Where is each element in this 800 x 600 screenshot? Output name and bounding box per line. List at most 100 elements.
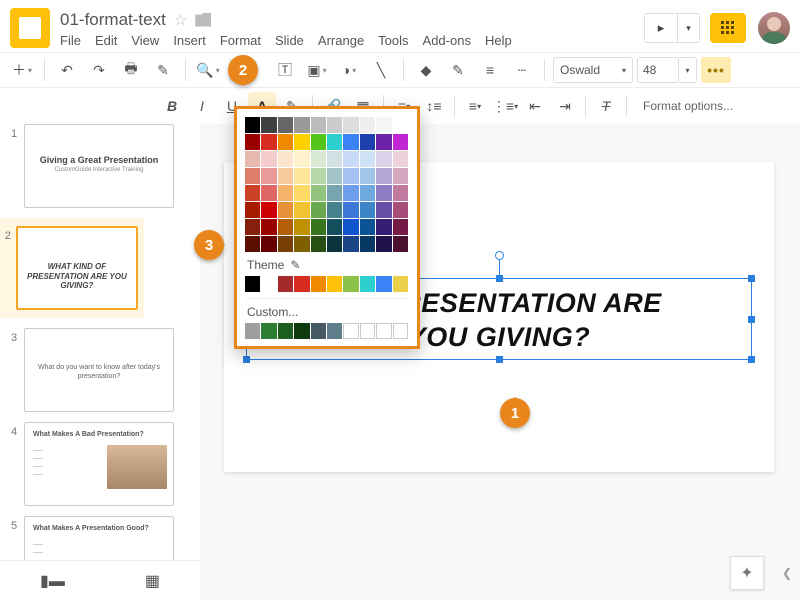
increase-indent-button[interactable]: ⇥ [551, 92, 579, 120]
color-swatch[interactable] [294, 219, 309, 235]
color-swatch[interactable] [327, 151, 342, 167]
color-swatch[interactable] [360, 151, 375, 167]
color-swatch[interactable] [278, 185, 293, 201]
color-swatch[interactable] [376, 276, 391, 292]
slide-thumbnail[interactable]: 5 What Makes A Presentation Good? ———— [4, 516, 200, 560]
menu-help[interactable]: Help [485, 33, 512, 48]
color-swatch[interactable] [376, 151, 391, 167]
color-swatch[interactable] [360, 219, 375, 235]
slide-thumbnail[interactable]: 4 What Makes A Bad Presentation? ———————… [4, 422, 200, 506]
color-swatch[interactable] [261, 236, 276, 252]
color-swatch[interactable] [360, 323, 375, 339]
color-swatch[interactable] [311, 168, 326, 184]
color-swatch[interactable] [327, 134, 342, 150]
color-swatch[interactable] [311, 185, 326, 201]
color-swatch[interactable] [261, 185, 276, 201]
color-swatch[interactable] [376, 323, 391, 339]
present-dropdown[interactable]: ▾ [678, 13, 700, 43]
color-swatch[interactable] [393, 151, 408, 167]
color-swatch[interactable] [294, 168, 309, 184]
print-button[interactable]: 🖶 [117, 56, 145, 84]
color-swatch[interactable] [294, 236, 309, 252]
color-swatch[interactable] [343, 236, 358, 252]
slide-thumbnail[interactable]: 1 Giving a Great Presentation CustomGuid… [4, 124, 200, 208]
color-swatch[interactable] [343, 202, 358, 218]
menu-file[interactable]: File [60, 33, 81, 48]
bulleted-list-button[interactable]: ⋮≡▾ [491, 92, 519, 120]
color-swatch[interactable] [311, 117, 326, 133]
color-swatch[interactable] [278, 236, 293, 252]
font-family-select[interactable]: Oswald ▾ [553, 57, 633, 83]
color-swatch[interactable] [343, 151, 358, 167]
grid-view-icon[interactable]: ▦ [145, 571, 160, 591]
color-swatch[interactable] [245, 202, 260, 218]
color-swatch[interactable] [376, 202, 391, 218]
color-swatch[interactable] [261, 323, 276, 339]
color-swatch[interactable] [278, 276, 293, 292]
line-spacing-button[interactable]: ↕≡ [420, 92, 448, 120]
color-swatch[interactable] [343, 219, 358, 235]
color-swatch[interactable] [311, 323, 326, 339]
image-tool[interactable]: ▣ [303, 56, 331, 84]
menu-tools[interactable]: Tools [378, 33, 408, 48]
color-swatch[interactable] [294, 323, 309, 339]
border-dash-button[interactable]: ┄ [508, 56, 536, 84]
font-size-input[interactable]: 48 [637, 57, 679, 83]
color-swatch[interactable] [376, 168, 391, 184]
color-swatch[interactable] [245, 134, 260, 150]
numbered-list-button[interactable]: ≡▾ [461, 92, 489, 120]
resize-handle[interactable] [748, 316, 755, 323]
color-swatch[interactable] [393, 185, 408, 201]
color-swatch[interactable] [393, 202, 408, 218]
color-swatch[interactable] [261, 117, 276, 133]
color-swatch[interactable] [360, 185, 375, 201]
menu-arrange[interactable]: Arrange [318, 33, 364, 48]
color-swatch[interactable] [393, 117, 408, 133]
color-swatch[interactable] [278, 151, 293, 167]
resize-handle[interactable] [243, 356, 250, 363]
color-swatch[interactable] [294, 202, 309, 218]
color-swatch[interactable] [245, 219, 260, 235]
color-swatch[interactable] [261, 276, 276, 292]
color-swatch[interactable] [343, 117, 358, 133]
zoom-button[interactable]: 🔍 [194, 56, 222, 84]
color-swatch[interactable] [294, 134, 309, 150]
border-color-button[interactable]: ✎ [444, 56, 472, 84]
paint-format-button[interactable]: ✎ [149, 56, 177, 84]
decrease-indent-button[interactable]: ⇤ [521, 92, 549, 120]
color-swatch[interactable] [261, 168, 276, 184]
color-swatch[interactable] [261, 202, 276, 218]
color-swatch[interactable] [327, 323, 342, 339]
scroll-left-button[interactable]: ❮ [776, 556, 798, 590]
color-swatch[interactable] [327, 185, 342, 201]
color-swatch[interactable] [311, 219, 326, 235]
color-swatch[interactable] [393, 219, 408, 235]
color-swatch[interactable] [311, 202, 326, 218]
slide-thumbnail-selected[interactable]: WHAT KIND OF PRESENTATION ARE YOU GIVING… [16, 226, 138, 310]
color-swatch[interactable] [393, 134, 408, 150]
filmstrip-view-icon[interactable]: ▮▬ [40, 571, 65, 591]
document-title[interactable]: 01-format-text [60, 10, 166, 30]
color-swatch[interactable] [278, 202, 293, 218]
color-swatch[interactable] [343, 276, 358, 292]
color-swatch[interactable] [393, 276, 408, 292]
slide-thumbnail[interactable]: 3 What do you want to know after today's… [4, 328, 200, 412]
app-logo-icon[interactable] [10, 8, 50, 48]
color-swatch[interactable] [360, 134, 375, 150]
color-swatch[interactable] [294, 151, 309, 167]
menu-insert[interactable]: Insert [173, 33, 206, 48]
color-swatch[interactable] [261, 219, 276, 235]
color-swatch[interactable] [311, 151, 326, 167]
color-swatch[interactable] [245, 117, 260, 133]
color-swatch[interactable] [245, 236, 260, 252]
color-swatch[interactable] [360, 168, 375, 184]
color-swatch[interactable] [343, 323, 358, 339]
color-swatch[interactable] [327, 276, 342, 292]
color-swatch[interactable] [376, 219, 391, 235]
color-swatch[interactable] [327, 168, 342, 184]
color-swatch[interactable] [311, 276, 326, 292]
textbox-tool[interactable]: 🅃 [271, 56, 299, 84]
color-swatch[interactable] [311, 134, 326, 150]
color-swatch[interactable] [343, 185, 358, 201]
color-swatch[interactable] [294, 185, 309, 201]
